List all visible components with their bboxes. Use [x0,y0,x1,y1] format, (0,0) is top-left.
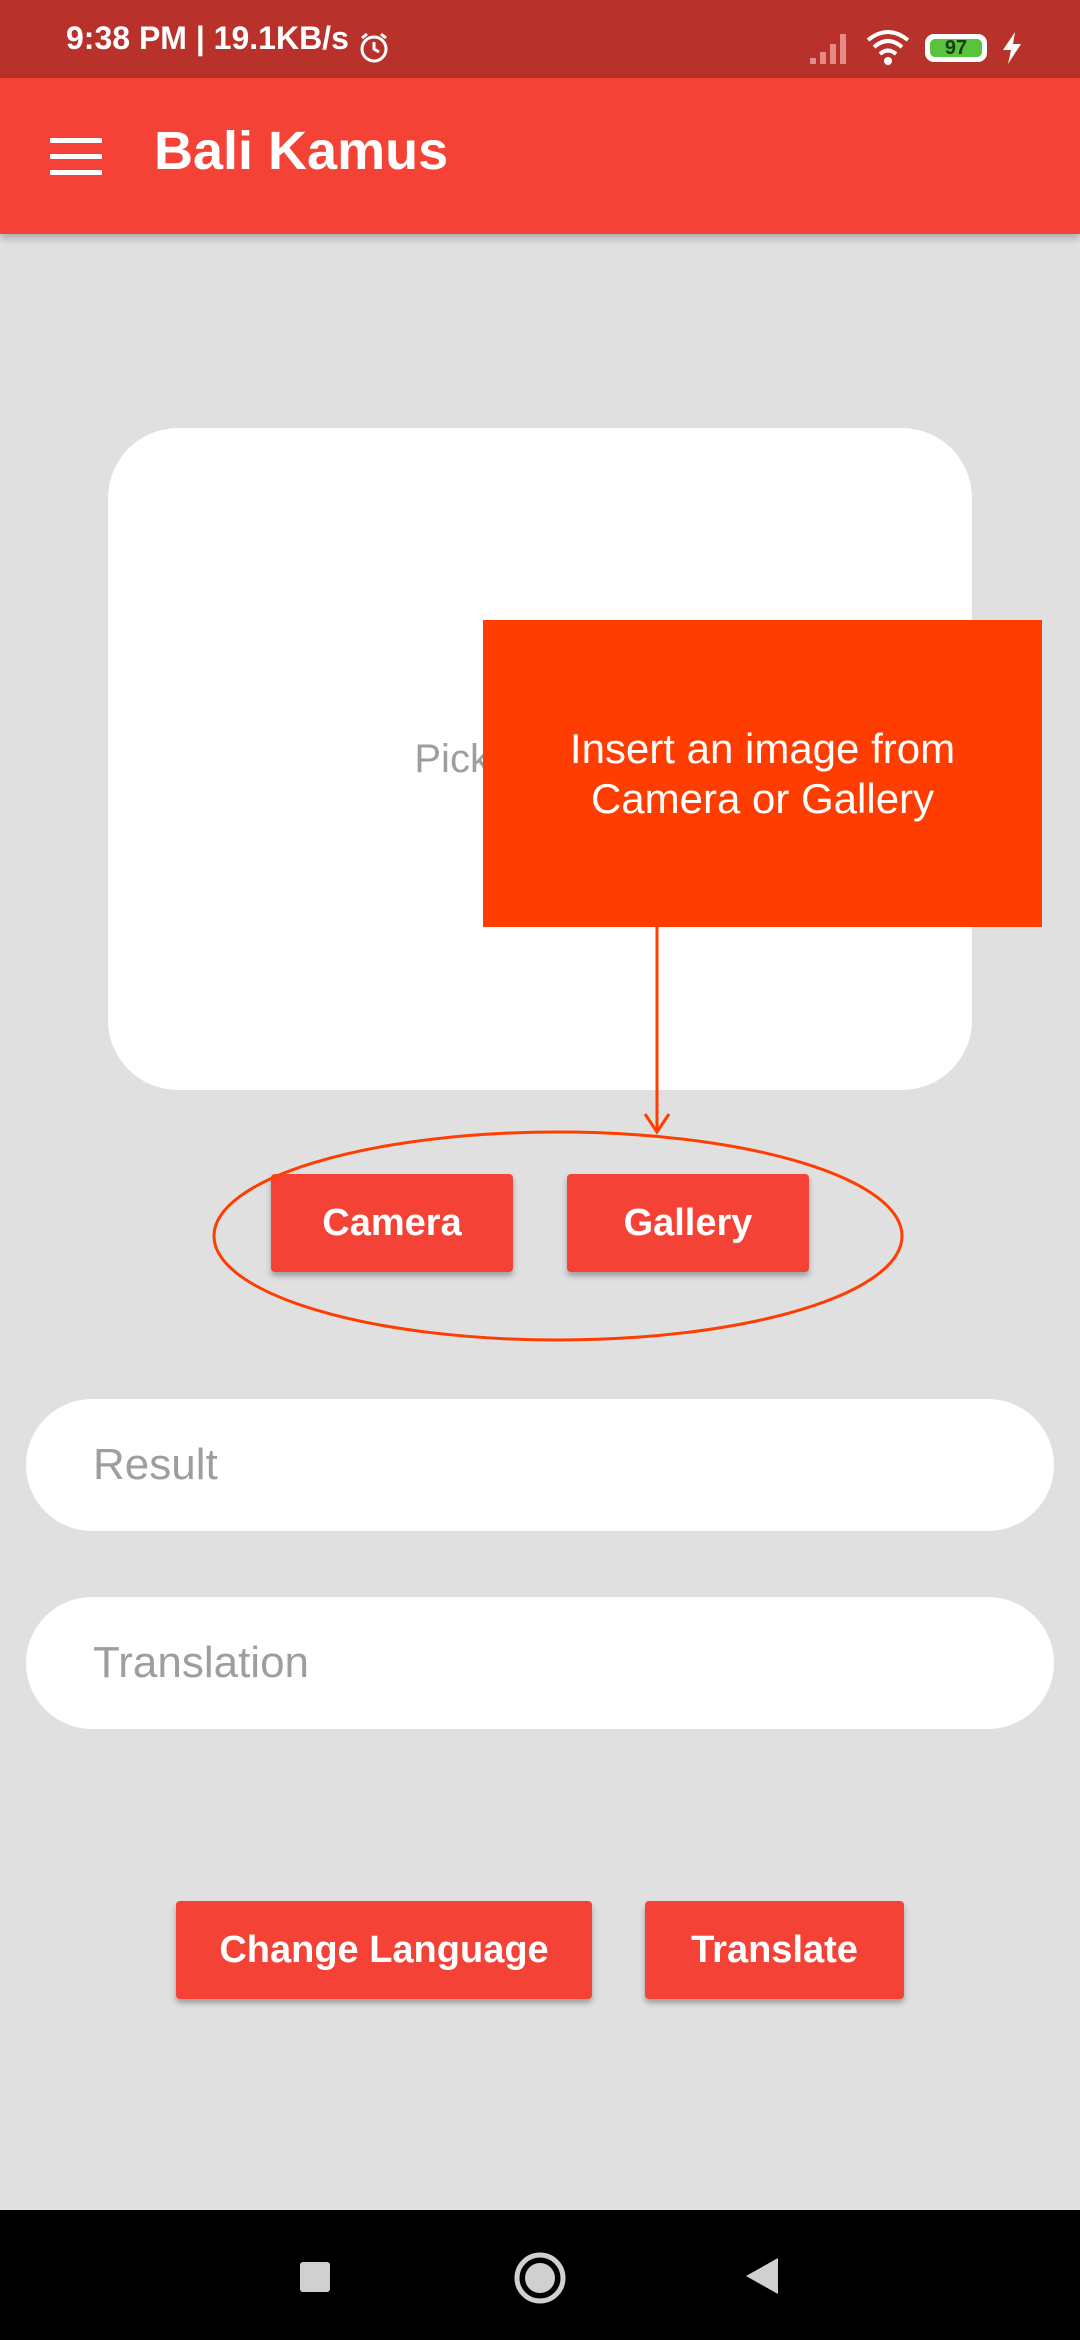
signal-icon [808,30,852,71]
translation-field[interactable] [26,1597,1054,1729]
status-time: 9:38 PM | 19.1KB/s [66,20,349,56]
app-title: Bali Kamus [154,121,449,181]
tooltip-arrowhead [643,1113,671,1135]
alarm-icon [358,32,390,69]
status-bar: 9:38 PM | 19.1KB/s 97 [0,0,1080,78]
tutorial-tooltip[interactable]: Insert an image from Camera or Gallery [483,620,1042,927]
home-circle-icon[interactable] [512,2250,568,2311]
change-language-button[interactable]: Change Language [176,1901,592,1999]
wifi-icon [866,28,910,71]
hamburger-menu-icon[interactable] [50,138,102,176]
back-triangle-icon[interactable] [744,2256,780,2301]
result-field[interactable] [26,1399,1054,1531]
gallery-button[interactable]: Gallery [567,1174,809,1272]
battery-icon: 97 [925,34,987,62]
navigation-bar [0,2210,1080,2340]
charging-icon [1000,32,1024,69]
battery-level: 97 [930,37,982,59]
camera-button[interactable]: Camera [271,1174,513,1272]
app-bar: Bali Kamus [0,78,1080,234]
tooltip-text: Insert an image from Camera or Gallery [569,724,956,822]
translate-button[interactable]: Translate [645,1901,904,1999]
recents-square-icon[interactable] [300,2262,330,2292]
